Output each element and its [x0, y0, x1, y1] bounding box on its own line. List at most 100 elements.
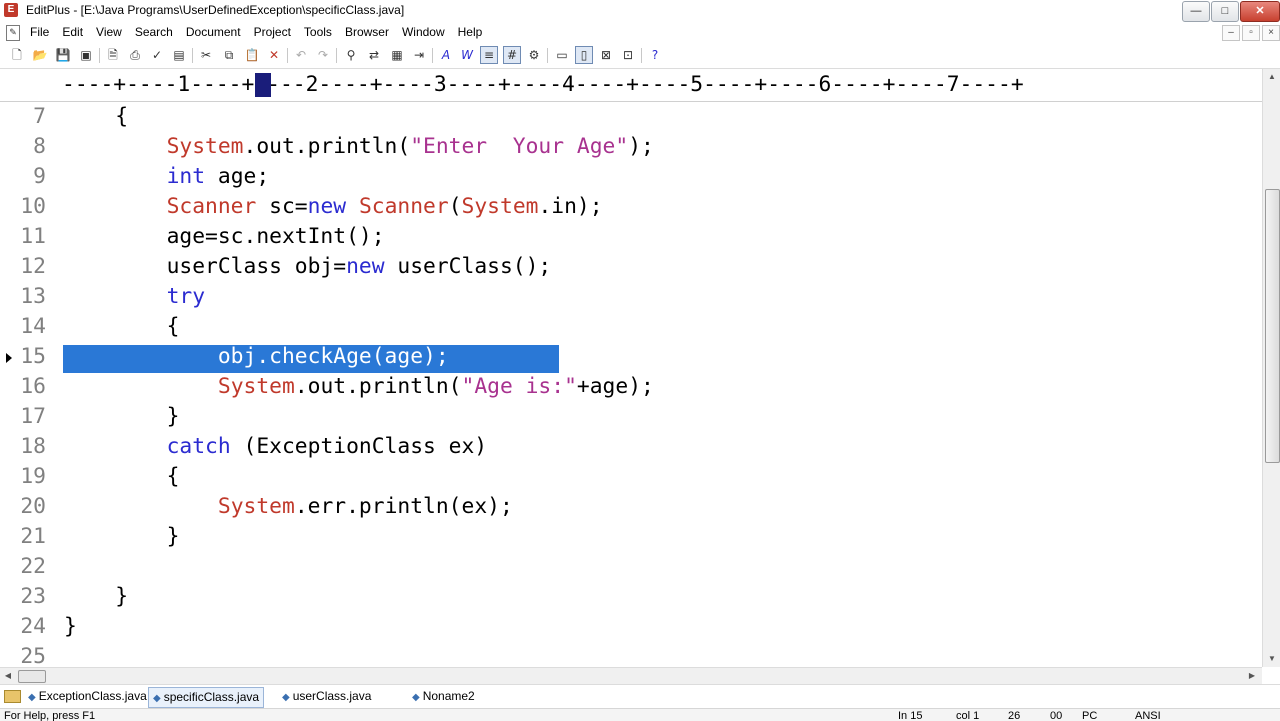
find-icon[interactable]: ⚲	[342, 46, 360, 64]
toolbar-separator	[641, 48, 642, 63]
print-icon[interactable]: ⎙	[126, 46, 144, 64]
help-icon[interactable]: ?	[646, 46, 664, 64]
code-text[interactable]: Scanner sc=new Scanner(System.in);	[64, 192, 603, 222]
code-line[interactable]: 24}	[0, 612, 1262, 642]
word-wrap-icon[interactable]: W	[458, 46, 476, 64]
code-line[interactable]: 13 try	[0, 282, 1262, 312]
code-line[interactable]: 18 catch (ExceptionClass ex)	[0, 432, 1262, 462]
tab-exceptionclass[interactable]: ◆ ExceptionClass.java	[24, 687, 151, 706]
code-line[interactable]: 10 Scanner sc=new Scanner(System.in);	[0, 192, 1262, 222]
horizontal-scroll-thumb[interactable]	[18, 670, 46, 683]
horizontal-scrollbar[interactable]: ◀ ▶	[0, 667, 1262, 684]
save-icon[interactable]: 💾	[54, 46, 72, 64]
close-window-icon[interactable]: ⊠	[597, 46, 615, 64]
menu-item-window[interactable]: Window	[402, 25, 449, 39]
menu-item-search[interactable]: Search	[135, 25, 177, 39]
code-editor[interactable]: 7 {8 System.out.println("Enter Your Age"…	[0, 102, 1262, 667]
doc-minimize-button[interactable]: –	[1222, 25, 1240, 41]
code-text[interactable]: }	[64, 612, 77, 642]
code-text[interactable]: {	[64, 102, 128, 132]
code-text[interactable]: age=sc.nextInt();	[64, 222, 385, 252]
doc-close-button[interactable]: ×	[1262, 25, 1280, 41]
maximize-button[interactable]: □	[1211, 1, 1239, 22]
code-line[interactable]: 20 System.err.println(ex);	[0, 492, 1262, 522]
scroll-right-icon[interactable]: ▶	[1244, 668, 1260, 684]
save-all-icon[interactable]: ▣	[77, 46, 95, 64]
settings-icon[interactable]: ⚙	[525, 46, 543, 64]
delete-icon[interactable]: ✕	[265, 46, 283, 64]
code-text[interactable]: System.err.println(ex);	[64, 492, 513, 522]
select-all-icon[interactable]: ▦	[388, 46, 406, 64]
font-icon[interactable]: A	[437, 46, 455, 64]
code-text[interactable]: }	[64, 402, 180, 432]
code-line[interactable]: 8 System.out.println("Enter Your Age");	[0, 132, 1262, 162]
clipboard-icon[interactable]: ▤	[170, 46, 188, 64]
scroll-up-icon[interactable]: ▲	[1263, 69, 1280, 85]
code-line[interactable]: 19 {	[0, 462, 1262, 492]
vertical-scroll-thumb[interactable]	[1265, 189, 1280, 463]
code-line[interactable]: 21 }	[0, 522, 1262, 552]
print-preview-icon[interactable]: 🗎	[104, 46, 122, 64]
code-line[interactable]: 23 }	[0, 582, 1262, 612]
code-text[interactable]: }	[64, 522, 180, 552]
code-line[interactable]: 14 {	[0, 312, 1262, 342]
code-token: (ExceptionClass ex)	[230, 434, 488, 459]
menu-item-browser[interactable]: Browser	[345, 25, 393, 39]
code-line[interactable]: 17 }	[0, 402, 1262, 432]
code-line[interactable]: 11 age=sc.nextInt();	[0, 222, 1262, 252]
code-text[interactable]: System.out.println("Enter Your Age");	[64, 132, 654, 162]
code-token: System	[217, 494, 295, 519]
redo-icon[interactable]: ↷	[314, 46, 332, 64]
minimize-button[interactable]: —	[1182, 1, 1210, 22]
code-text[interactable]: }	[64, 582, 128, 612]
vertical-scrollbar[interactable]: ▲ ▼	[1262, 69, 1280, 667]
scroll-down-icon[interactable]: ▼	[1263, 651, 1280, 667]
code-line[interactable]: 12 userClass obj=new userClass();	[0, 252, 1262, 282]
output-icon[interactable]: ⊡	[619, 46, 637, 64]
folder-icon[interactable]	[4, 690, 21, 703]
menu-item-view[interactable]: View	[96, 25, 126, 39]
new-file-icon[interactable]: 🗋	[8, 46, 26, 64]
code-line[interactable]: 25	[0, 642, 1262, 667]
menu-item-project[interactable]: Project	[254, 25, 295, 39]
scroll-left-icon[interactable]: ◀	[0, 668, 16, 684]
menu-item-edit[interactable]: Edit	[62, 25, 87, 39]
undo-icon[interactable]: ↶	[292, 46, 310, 64]
toolbar-toggle-icon[interactable]: ▯	[575, 46, 593, 64]
open-file-icon[interactable]: 📂	[31, 46, 49, 64]
document-icon[interactable]: ✎	[6, 25, 20, 41]
tab-userclass[interactable]: ◆ userClass.java	[278, 687, 375, 706]
code-line[interactable]: 22	[0, 552, 1262, 582]
copy-icon[interactable]: ⧉	[220, 46, 238, 64]
menu-item-tools[interactable]: Tools	[304, 25, 336, 39]
close-button[interactable]: ✕	[1240, 1, 1280, 22]
code-line[interactable]: 16 System.out.println("Age is:"+age);	[0, 372, 1262, 402]
line-number-icon[interactable]: #	[503, 46, 521, 64]
menu-item-help[interactable]: Help	[458, 25, 487, 39]
code-text[interactable]: catch (ExceptionClass ex)	[64, 432, 488, 462]
cut-icon[interactable]: ✂	[197, 46, 215, 64]
code-text[interactable]: userClass obj=new userClass();	[64, 252, 552, 282]
menu-item-document[interactable]: Document	[186, 25, 245, 39]
indent-icon[interactable]: ⇥	[410, 46, 428, 64]
code-text[interactable]: {	[64, 462, 180, 492]
code-line[interactable]: 9 int age;	[0, 162, 1262, 192]
code-text[interactable]: int age;	[64, 162, 270, 192]
code-text[interactable]: System.out.println("Age is:"+age);	[64, 372, 654, 402]
tab-noname2[interactable]: ◆ Noname2	[408, 687, 479, 706]
code-text[interactable]: {	[64, 312, 180, 342]
code-line[interactable]: 15 obj.checkAge(age);	[0, 342, 1262, 373]
paste-icon[interactable]: 📋	[243, 46, 261, 64]
tab-specificclass[interactable]: ◆ specificClass.java	[148, 687, 265, 708]
replace-icon[interactable]: ⇄	[365, 46, 383, 64]
browser-icon[interactable]: ▭	[553, 46, 571, 64]
spell-check-icon[interactable]: ✓	[148, 46, 166, 64]
code-text[interactable]: try	[64, 282, 205, 312]
code-line[interactable]: 7 {	[0, 102, 1262, 132]
menu-item-file[interactable]: File	[30, 25, 53, 39]
ruler-icon[interactable]: ≡	[480, 46, 498, 64]
ruler-scale[interactable]: ----+----1----+----2----+----3----+----4…	[62, 73, 1262, 97]
doc-restore-button[interactable]: ▫	[1242, 25, 1260, 41]
code-text[interactable]: obj.checkAge(age);	[64, 342, 449, 372]
code-token: }	[64, 614, 77, 639]
